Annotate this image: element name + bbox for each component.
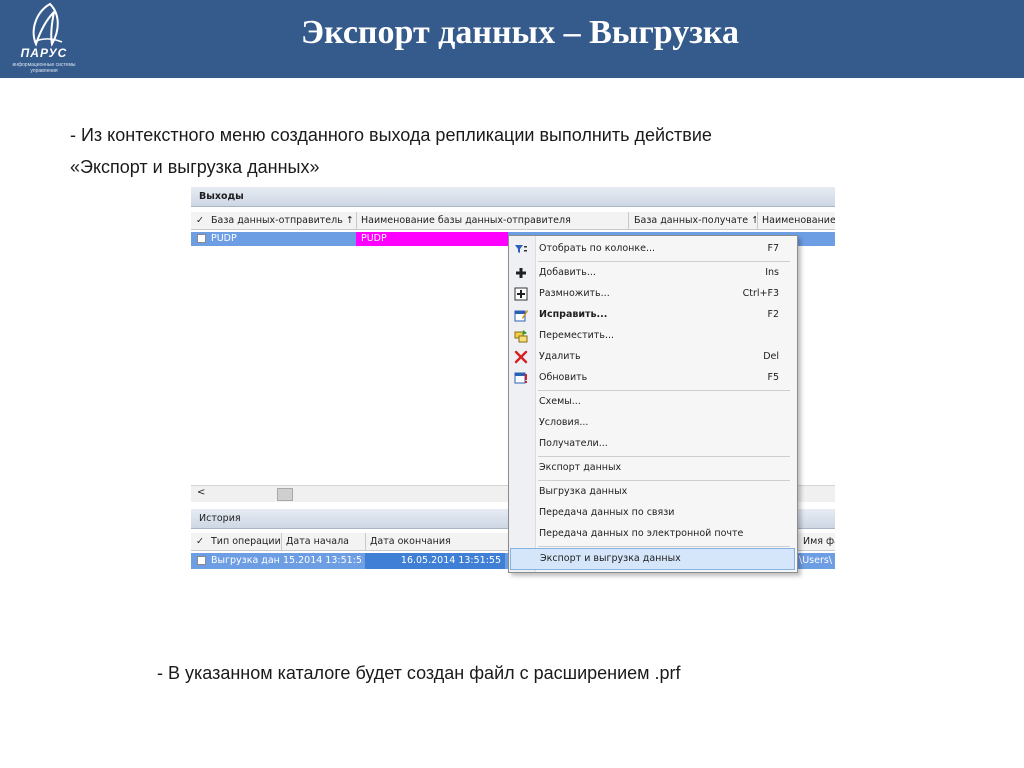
menu-item-add[interactable]: Добавить... Ins <box>510 263 795 283</box>
col-start-date[interactable]: Дата начала <box>286 533 366 550</box>
intro-text: - Из контекстного меню созданного выхода… <box>70 119 970 183</box>
row-checkbox[interactable] <box>197 556 206 565</box>
menu-item-delete[interactable]: Удалить Del <box>510 347 795 367</box>
cell-end-date-bg: 16.05.2014 13:51:55 <box>365 553 505 569</box>
refresh-icon <box>514 372 527 384</box>
intro-line-1: - Из контекстного меню созданного выхода… <box>70 125 712 145</box>
col-check[interactable]: ✓ <box>196 212 204 229</box>
menu-item-refresh[interactable]: Обновить F5 <box>510 368 795 388</box>
cell-sender-db: PUDP <box>211 233 237 244</box>
menu-item-transfer-by-link[interactable]: Передача данных по связи <box>510 503 795 523</box>
context-menu: Отобрать по колонке... F7 Добавить... In… <box>508 235 798 573</box>
menu-item-filter-by-column[interactable]: Отобрать по колонке... F7 <box>510 239 795 259</box>
add-icon <box>516 268 526 278</box>
page-title: Экспорт данных – Выгрузка <box>301 14 739 51</box>
menu-item-schemes[interactable]: Схемы... <box>510 392 795 412</box>
col-receiver-name[interactable]: Наименование б <box>762 212 835 229</box>
menu-item-move[interactable]: Переместить... <box>510 326 795 346</box>
col-end-date[interactable]: Дата окончания <box>370 533 500 550</box>
col-file-name[interactable]: Имя фа <box>803 533 835 550</box>
menu-item-edit[interactable]: Исправить... F2 <box>510 305 795 325</box>
intro-line-2: «Экспорт и выгрузка данных» <box>70 157 320 177</box>
col-check[interactable]: ✓ <box>196 533 204 550</box>
outputs-column-header: ✓ База данных-отправитель ↑1 Наименовани… <box>191 212 835 230</box>
delete-icon <box>514 350 528 364</box>
cell-file-name: \Users\ <box>799 555 833 566</box>
menu-item-export-data[interactable]: Экспорт данных <box>510 458 795 478</box>
col-sender-db[interactable]: База данных-отправитель ↑1 <box>211 212 353 229</box>
menu-item-recipients[interactable]: Получатели... <box>510 434 795 454</box>
menu-item-conditions[interactable]: Условия... <box>510 413 795 433</box>
scroll-thumb[interactable] <box>277 488 293 501</box>
parus-logo: ПАРУС информационные системы управления <box>6 2 82 76</box>
move-icon <box>514 330 528 343</box>
col-operation-type[interactable]: Тип операции <box>211 533 281 550</box>
cell-operation-type: Выгрузка дан <box>211 555 280 566</box>
cell-end-date: 16.05.2014 13:51:55 <box>400 555 501 566</box>
filter-icon <box>515 245 527 253</box>
scroll-left-icon[interactable]: < <box>197 487 205 498</box>
col-sender-name[interactable]: Наименование базы данных-отправителя <box>361 212 626 229</box>
col-receiver-db[interactable]: База данных-получате ↑2 <box>634 212 756 229</box>
menu-item-export-and-unload[interactable]: Экспорт и выгрузка данных <box>510 548 795 570</box>
logo-text: ПАРУС <box>20 46 68 60</box>
menu-item-unload-data[interactable]: Выгрузка данных <box>510 482 795 502</box>
cell-start-date: 15.2014 13:51:55 <box>283 555 363 566</box>
logo-subtext: информационные системы управления <box>12 62 76 74</box>
edit-icon <box>514 310 528 322</box>
menu-item-transfer-by-email[interactable]: Передача данных по электронной почте <box>510 524 795 544</box>
cell-sender-name: PUDP <box>361 233 387 244</box>
outputs-panel-title: Выходы <box>191 187 835 207</box>
slide-header: ПАРУС информационные системы управления … <box>0 0 1024 78</box>
duplicate-icon <box>514 287 528 301</box>
sail-icon <box>32 2 63 47</box>
footer-text: - В указанном каталоге будет создан файл… <box>157 663 681 683</box>
menu-item-duplicate[interactable]: Размножить... Ctrl+F3 <box>510 284 795 304</box>
row-checkbox[interactable] <box>197 234 206 243</box>
cell-sender-name-bg: PUDP <box>356 232 508 246</box>
